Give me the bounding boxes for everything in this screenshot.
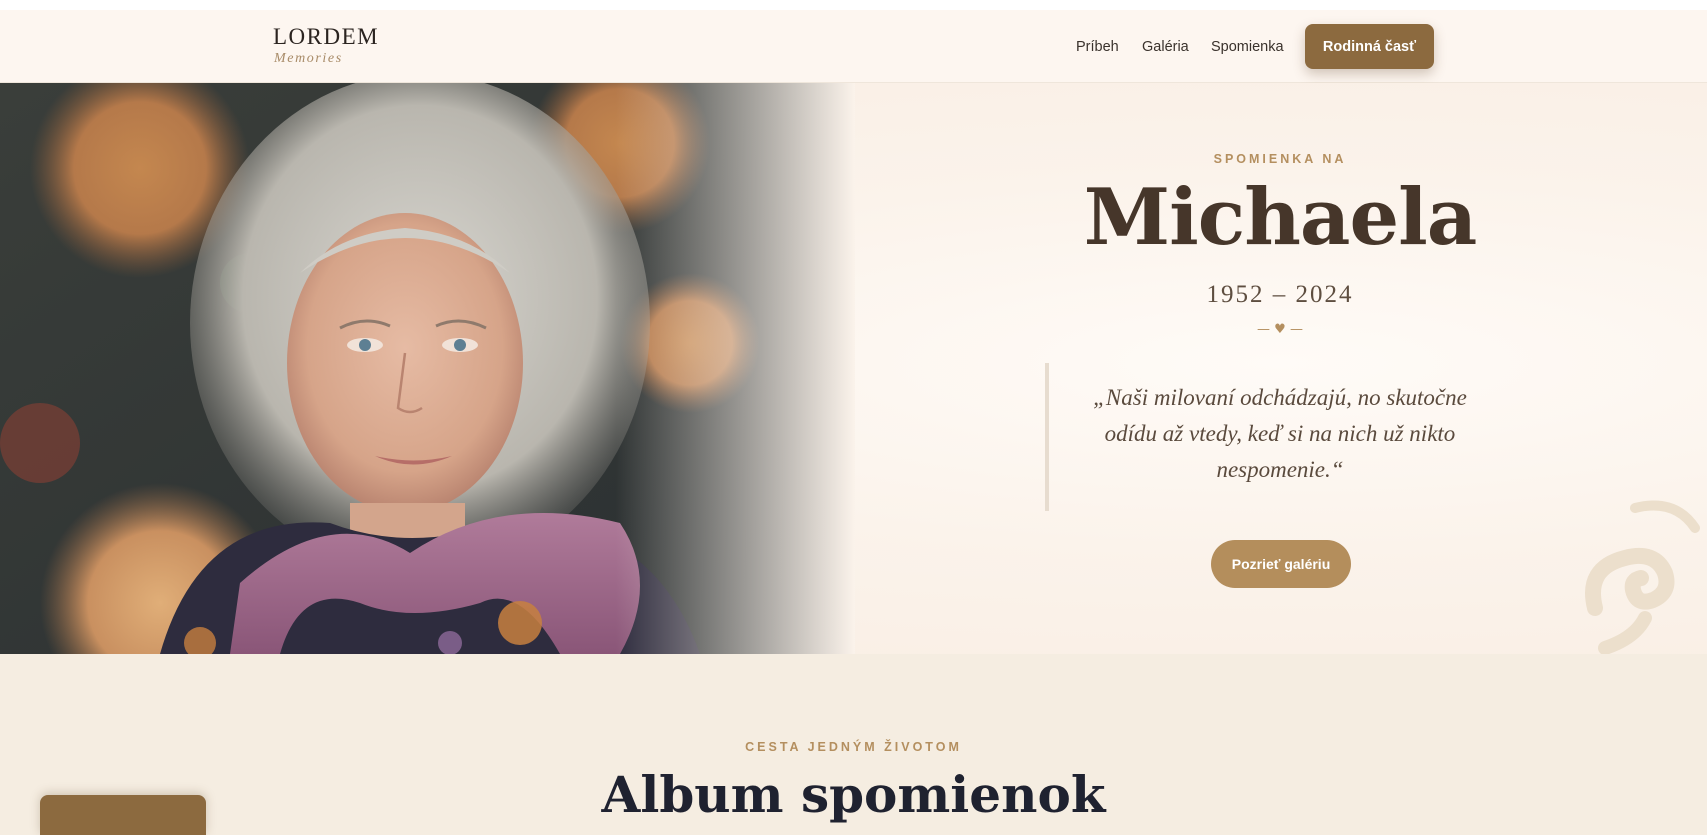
album-eyebrow: CESTA JEDNÝM ŽIVOTOM bbox=[745, 740, 962, 754]
quote-bar bbox=[1045, 363, 1049, 511]
memorial-quote: „Naši milovaní odchádzajú, no skutočne o… bbox=[1093, 385, 1467, 482]
floating-button[interactable] bbox=[40, 795, 206, 835]
ornament-swirl-icon bbox=[1585, 500, 1700, 654]
heart-divider-icon: — ♥ — bbox=[1257, 322, 1303, 337]
portrait-photo bbox=[0, 83, 855, 654]
family-section-button[interactable]: Rodinná časť bbox=[1305, 24, 1434, 69]
life-years: 1952 – 2024 bbox=[1206, 281, 1354, 308]
brand-name: LORDEM bbox=[273, 24, 380, 49]
nav-link-memory[interactable]: Spomienka bbox=[1211, 38, 1284, 56]
top-strip bbox=[0, 0, 1707, 10]
nav-link-story[interactable]: Príbeh bbox=[1076, 38, 1119, 56]
brand-logo[interactable]: LORDEM Memories bbox=[273, 24, 379, 68]
memorial-name: Michaela bbox=[1083, 172, 1478, 263]
hero-section: SPOMIENKA NA Michaela 1952 – 2024 — ♥ — … bbox=[0, 83, 1707, 654]
brand-tagline: Memories bbox=[274, 51, 343, 66]
hero-eyebrow: SPOMIENKA NA bbox=[1213, 152, 1347, 166]
view-gallery-button[interactable]: Pozrieť galériu bbox=[1211, 540, 1351, 588]
navbar: LORDEM Memories Príbeh Galéria Spomienka… bbox=[0, 10, 1707, 83]
nav-link-gallery[interactable]: Galéria bbox=[1142, 38, 1189, 56]
album-title: Album spomienok bbox=[601, 765, 1106, 824]
